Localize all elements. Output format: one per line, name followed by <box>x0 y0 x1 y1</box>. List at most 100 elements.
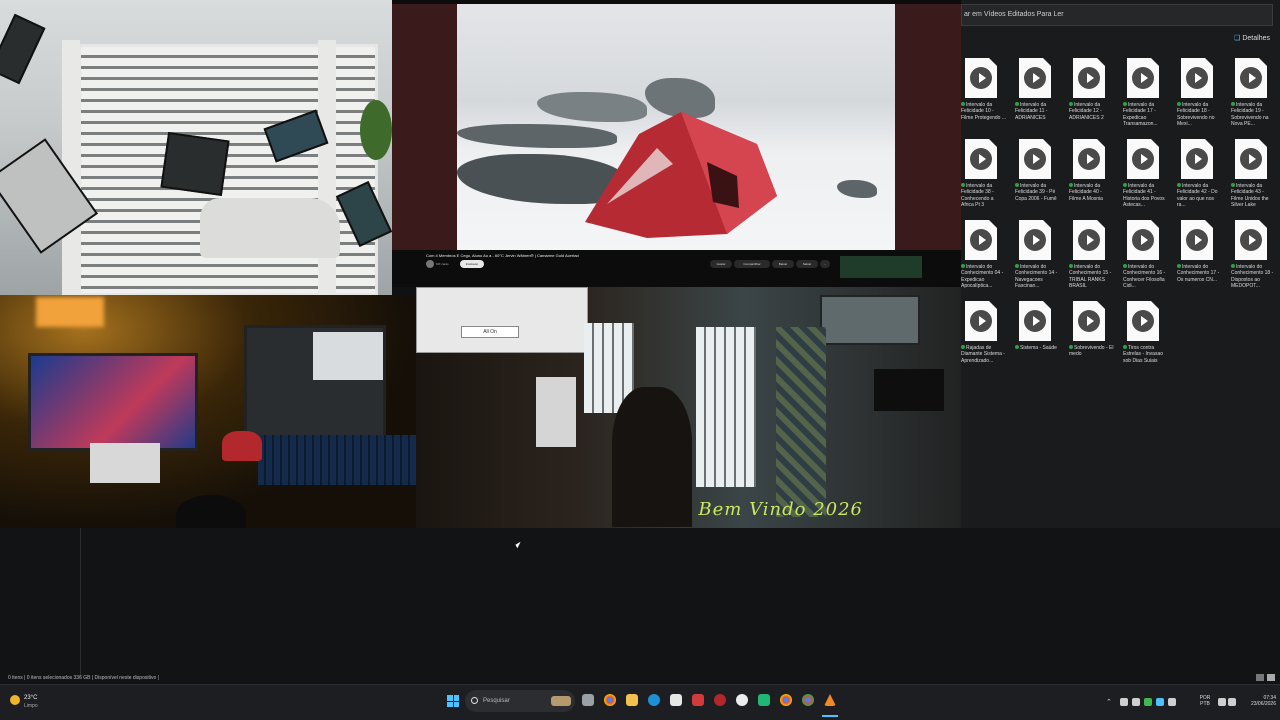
record-icon[interactable] <box>714 694 726 706</box>
active-app-indicator <box>822 715 838 717</box>
obs-icon[interactable] <box>736 694 748 706</box>
more-button[interactable]: ... <box>820 260 830 268</box>
video-player-window[interactable]: Com 4 Membros E Cego, Aluno Ao a - 60°C … <box>392 0 961 287</box>
channel-avatar[interactable] <box>426 260 434 268</box>
task-view-icon[interactable] <box>582 694 594 706</box>
tray-app-icon[interactable] <box>1132 698 1140 706</box>
view-tiles-icon[interactable] <box>1267 674 1275 681</box>
sync-status-icon <box>1177 264 1181 268</box>
channel-name[interactable]: MX caras <box>436 262 449 266</box>
tray-status-icon[interactable] <box>1144 698 1152 706</box>
file-name: Intervalo do Conhecimento 16 - Conhecer … <box>1123 264 1166 289</box>
file-item[interactable]: Intervalo da Felicidade 18 - Sobrevivend… <box>1177 58 1223 138</box>
view-details-icon[interactable] <box>1256 674 1264 681</box>
search-input[interactable]: ar em Vídeos Editados Para Ler <box>961 4 1273 26</box>
chevron-up-icon[interactable]: ⌃ <box>1106 698 1114 706</box>
monitor-main <box>28 353 198 451</box>
monitor-preview <box>313 332 383 380</box>
play-icon <box>1078 67 1100 89</box>
file-explorer-icon[interactable] <box>626 694 638 706</box>
sync-status-icon <box>1123 102 1127 106</box>
video-file-icon <box>965 301 997 341</box>
file-item[interactable]: Tiros contra Estrelas - Invasao sob Dias… <box>1123 301 1169 381</box>
like-button[interactable]: Gostei <box>710 260 732 268</box>
save-button[interactable]: Salvar <box>796 260 818 268</box>
app-icon[interactable] <box>692 694 704 706</box>
vlc-icon[interactable] <box>824 694 836 706</box>
wall-picture <box>820 295 920 345</box>
file-explorer-pane[interactable]: ar em Vídeos Editados Para Ler ❏ Detalhe… <box>961 0 1280 528</box>
file-item[interactable]: Intervalo da Felicidade 38 - Conhecendo … <box>961 139 1007 219</box>
file-item[interactable]: Intervalo da Felicidade 17 - Expedicao T… <box>1123 58 1169 138</box>
file-item[interactable]: Intervalo da Felicidade 42 - Do valor ao… <box>1177 139 1223 219</box>
video-frame[interactable] <box>457 4 895 250</box>
file-item[interactable]: Intervalo do Conhecimento 16 - Conhecer … <box>1123 220 1169 300</box>
file-item[interactable]: Intervalo da Felicidade 10 - Filme Prote… <box>961 58 1007 138</box>
cloud-icon[interactable] <box>1120 698 1128 706</box>
spreadsheet-icon[interactable] <box>758 694 770 706</box>
details-button[interactable]: ❏ Detalhes <box>1234 34 1270 42</box>
poster <box>536 377 576 447</box>
chrome-profile-icon[interactable] <box>802 694 814 706</box>
taskbar-search[interactable]: Pesquisar <box>465 690 575 712</box>
file-item[interactable]: Intervalo do Conhecimento 17 - Os numero… <box>1177 220 1223 300</box>
file-item[interactable]: Intervalo do Conhecimento 15 - TRIBAL RA… <box>1069 220 1115 300</box>
file-item[interactable]: Intervalo da Felicidade 19 - Sobrevivend… <box>1231 58 1277 138</box>
suggested-video-thumb[interactable] <box>840 256 922 278</box>
play-icon <box>1186 148 1208 170</box>
status-bar: 0 itens | 0 itens selecionados 336 GB | … <box>8 675 159 681</box>
file-item[interactable]: Sistema - Saúde <box>1015 301 1061 381</box>
wifi-icon[interactable] <box>1218 698 1226 706</box>
red-cap <box>222 431 262 461</box>
video-title[interactable]: Com 4 Membros E Cego, Aluno Ao a - 60°C … <box>426 253 579 258</box>
camera-feed-room: All On Bem Vindo 2026 <box>416 287 961 528</box>
play-icon <box>970 310 992 332</box>
dialog-popup[interactable]: All On <box>416 287 588 353</box>
store-icon[interactable] <box>670 694 682 706</box>
file-item[interactable]: Sobrevivendo - El medo <box>1069 301 1115 381</box>
file-name: Intervalo da Felicidade 11 - ADRIANICES <box>1015 102 1048 121</box>
file-item[interactable]: Intervalo da Felicidade 41 - Historia do… <box>1123 139 1169 219</box>
file-name: Intervalo da Felicidade 43 - Filme Unido… <box>1231 183 1269 208</box>
pane-divider[interactable] <box>80 528 81 678</box>
language-indicator[interactable]: POR PTB <box>1196 695 1214 707</box>
video-file-icon <box>1127 58 1159 98</box>
chrome-icon[interactable] <box>780 694 792 706</box>
subscribe-button[interactable]: Inscrever <box>460 260 484 268</box>
video-file-icon <box>965 58 997 98</box>
download-button[interactable]: Baixar <box>772 260 794 268</box>
start-button[interactable] <box>447 695 459 707</box>
file-item[interactable]: Intervalo da Felicidade 43 - Filme Unido… <box>1231 139 1277 219</box>
car <box>200 198 340 258</box>
file-item[interactable]: Intervalo do Conhecimento 14 - Navegacoe… <box>1015 220 1061 300</box>
file-item[interactable]: Intervalo do Conhecimento 18 - Dispostos… <box>1231 220 1277 300</box>
file-item[interactable]: Intervalo do Conhecimento 04 - Expedicao… <box>961 220 1007 300</box>
file-item[interactable]: Intervalo da Felicidade 11 - ADRIANICES <box>1015 58 1061 138</box>
volume-icon[interactable] <box>1228 698 1236 706</box>
file-item[interactable]: Intervalo da Felicidade 39 - Pé Copa 200… <box>1015 139 1061 219</box>
file-name: Tiros contra Estrelas - Invasao sob Dias… <box>1123 345 1164 364</box>
tray-app-icon[interactable] <box>1168 698 1176 706</box>
video-info-bar: Com 4 Membros E Cego, Aluno Ao a - 60°C … <box>422 252 952 284</box>
sync-status-icon <box>1231 264 1235 268</box>
clock[interactable]: 07:34 23/06/2026 <box>1236 695 1276 707</box>
monitor-secondary <box>244 325 386 443</box>
play-icon <box>1024 148 1046 170</box>
weather-widget[interactable]: 23°C Limpo <box>10 692 70 714</box>
play-icon <box>970 148 992 170</box>
share-button[interactable]: Compartilhar <box>734 260 770 268</box>
all-on-button[interactable]: All On <box>461 326 519 338</box>
chrome-icon[interactable] <box>604 694 616 706</box>
desktop-area[interactable] <box>0 528 1280 683</box>
camera-feed-gate <box>0 0 392 295</box>
weather-temp: 23°C <box>24 695 38 701</box>
play-icon <box>1024 310 1046 332</box>
file-item[interactable]: Intervalo da Felicidade 12 - ADRIANICES … <box>1069 58 1115 138</box>
file-item[interactable]: Rajadas de Diamante Sistema - Aprendizad… <box>961 301 1007 381</box>
edge-icon[interactable] <box>648 694 660 706</box>
bluetooth-icon[interactable] <box>1156 698 1164 706</box>
file-name: Intervalo do Conhecimento 15 - TRIBAL RA… <box>1069 264 1112 289</box>
sync-status-icon <box>1015 102 1019 106</box>
sync-status-icon <box>1177 102 1181 106</box>
file-item[interactable]: Intervalo da Felicidade 40 - Filme A Mos… <box>1069 139 1115 219</box>
